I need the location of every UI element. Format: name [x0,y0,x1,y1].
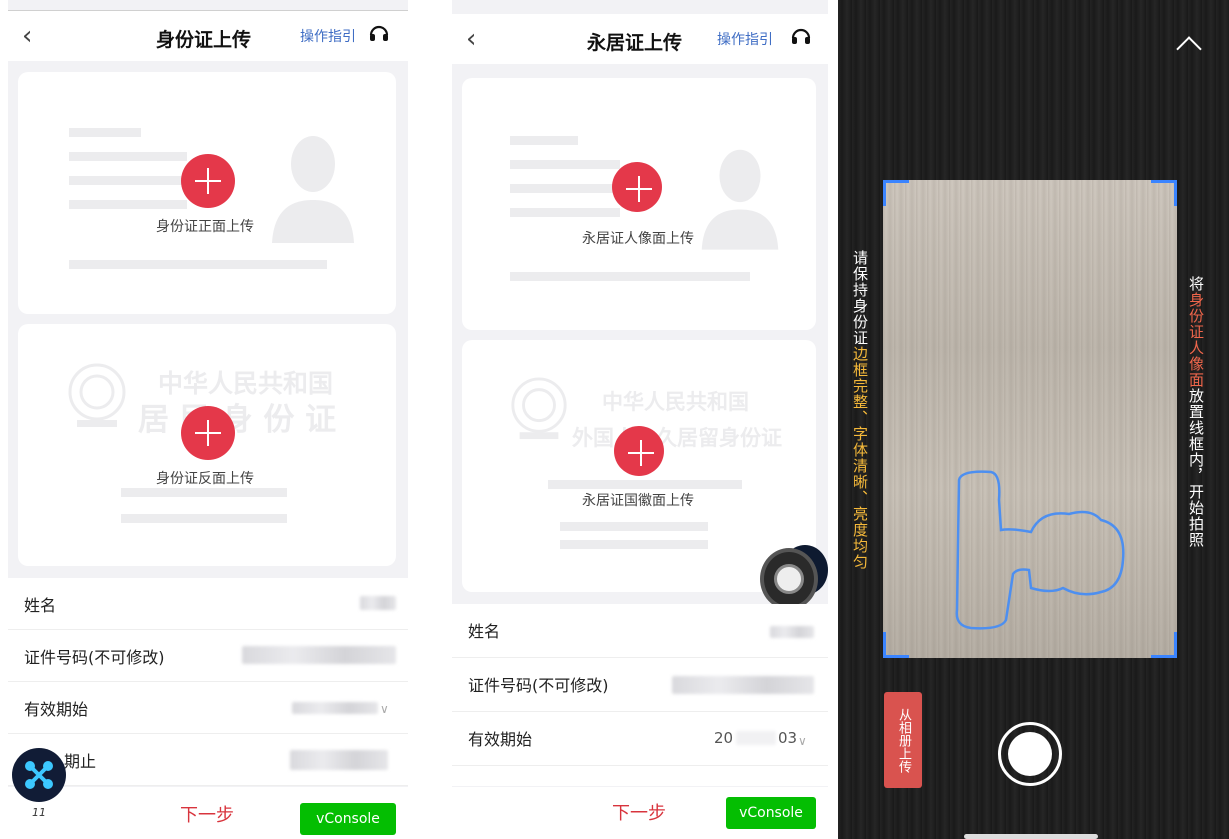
name-row: 姓名 [8,578,408,630]
name-row: 姓名 [452,604,828,658]
left-instruction: 请保持身份证边框完整、字体清晰、亮度均匀 [851,250,869,570]
right-instruction: 将身份证人像面放置线框内，开始拍照 [1187,276,1205,548]
placeholder-line [121,514,287,523]
front-upload-label: 身份证正面上传 [156,219,254,235]
valid-from-row[interactable]: 有效期始 ∨ [8,682,408,734]
placeholder-line [69,260,327,269]
placeholder-line [69,200,187,209]
front-upload-label: 永居证人像面上传 [582,231,694,247]
national-emblem-icon [511,377,567,440]
chevron-down-icon: ∨ [798,734,807,748]
page-title: 永居证上传 [587,32,683,54]
portrait-silhouette-icon [272,136,354,243]
next-step-button[interactable]: 下一步 [180,801,234,827]
guide-link[interactable]: 操作指引 [717,29,773,49]
valid-to-label: 期止 [64,752,97,771]
placeholder-line [510,160,620,169]
name-value-blurred [770,626,814,638]
add-front-button[interactable] [181,154,235,208]
placeholder-line [510,272,750,281]
id-number-label: 证件号码(不可修改) [24,648,165,667]
id-number-value-blurred [242,646,396,664]
frame-corner-br [1151,632,1177,658]
national-emblem-icon [68,363,126,427]
headset-icon[interactable] [368,22,390,44]
id-back-upload-card[interactable]: 中华人民共和国 居 民 身 份 证 身份证反面上传 [18,324,396,566]
camera-capture-screen: 请保持身份证边框完整、字体清晰、亮度均匀 将身份证人像面放置线框内，开始拍照 从… [838,0,1229,839]
floating-app-logo-icon[interactable] [12,748,66,802]
valid-from-value-end: 03 [778,729,798,747]
frame-corner-tr [1151,180,1177,206]
id-card-upload-screen: ‹ 身份证上传 操作指引 身份证正面上传 中华人民共和国 居 民 身 份 证 身… [8,0,408,839]
permanent-residence-upload-screen: ‹ 永居证上传 操作指引 永居证人像面上传 中华人民共和国 外国人永久居留身份证 [452,0,828,839]
watermark-line2: 居 民 身 份 证 [138,402,337,438]
back-arrow-icon[interactable]: ‹ [22,23,32,49]
shutter-inner [1008,732,1052,776]
resident-back-upload-card[interactable]: 中华人民共和国 外国人永久居留身份证 永居证国徽面上传 [462,340,816,592]
back-arrow-icon[interactable]: ‹ [466,26,476,52]
headset-icon[interactable] [790,25,812,47]
next-step-button[interactable]: 下一步 [612,799,666,825]
placeholder-line [510,136,578,145]
valid-from-value-blurred [736,731,776,745]
watermark-line1: 中华人民共和国 [602,389,749,414]
add-front-button[interactable] [612,162,662,212]
upload-from-album-button[interactable]: 从相册上传 [884,692,922,788]
valid-from-value-blurred [292,702,378,714]
add-back-button[interactable] [614,426,664,476]
shutter-button[interactable] [998,722,1062,786]
back-upload-label: 身份证反面上传 [156,471,254,487]
guide-link[interactable]: 操作指引 [300,26,356,46]
valid-from-label: 有效期始 [24,700,89,719]
page-title: 身份证上传 [156,29,252,51]
bottom-action-bar: 下一步 vConsole [452,787,828,839]
valid-from-row[interactable]: 有效期始 20 03 ∨ [452,712,828,766]
nav-bar: ‹ 身份证上传 操作指引 [8,11,408,61]
name-label: 姓名 [24,596,57,615]
portrait-outline-icon [955,470,1125,630]
placeholder-line [121,488,287,497]
valid-from-label: 有效期始 [468,730,533,749]
placeholder-line [560,522,708,531]
id-number-row: 证件号码(不可修改) [8,630,408,682]
id-number-value-blurred [672,676,814,694]
frame-corner-bl [883,632,909,658]
placeholder-line [510,208,620,217]
nav-bar: ‹ 永居证上传 操作指引 [452,14,828,64]
portrait-silhouette-icon [701,149,779,250]
name-label: 姓名 [468,622,501,641]
capture-frame [883,180,1177,658]
resident-front-upload-card[interactable]: 永居证人像面上传 [462,78,816,330]
frame-corner-tl [883,180,909,206]
placeholder-line [69,128,141,137]
add-back-button[interactable] [181,406,235,460]
valid-to-value-blurred [290,750,388,770]
watermark-line2: 外国人永久居留身份证 [572,425,782,450]
id-front-upload-card[interactable]: 身份证正面上传 [18,72,396,314]
back-upload-label: 永居证国徽面上传 [582,493,694,509]
id-number-row: 证件号码(不可修改) [452,658,828,712]
id-number-label: 证件号码(不可修改) [468,676,609,695]
chevron-down-icon: ∨ [380,702,389,716]
home-indicator [964,834,1098,839]
bottom-action-bar: 下一步 vConsole [8,787,408,839]
valid-from-value-start: 20 [714,729,734,747]
valid-to-row[interactable]: 期止 [8,734,408,786]
name-value-blurred [360,596,396,610]
version-label: 11 [32,806,46,819]
placeholder-line [69,152,187,161]
form-row-partial [452,766,828,786]
floating-camera-button[interactable] [760,548,818,610]
vconsole-button[interactable]: vConsole [726,797,816,829]
placeholder-line [548,480,742,489]
vconsole-button[interactable]: vConsole [300,803,396,835]
placeholder-line [560,540,708,549]
